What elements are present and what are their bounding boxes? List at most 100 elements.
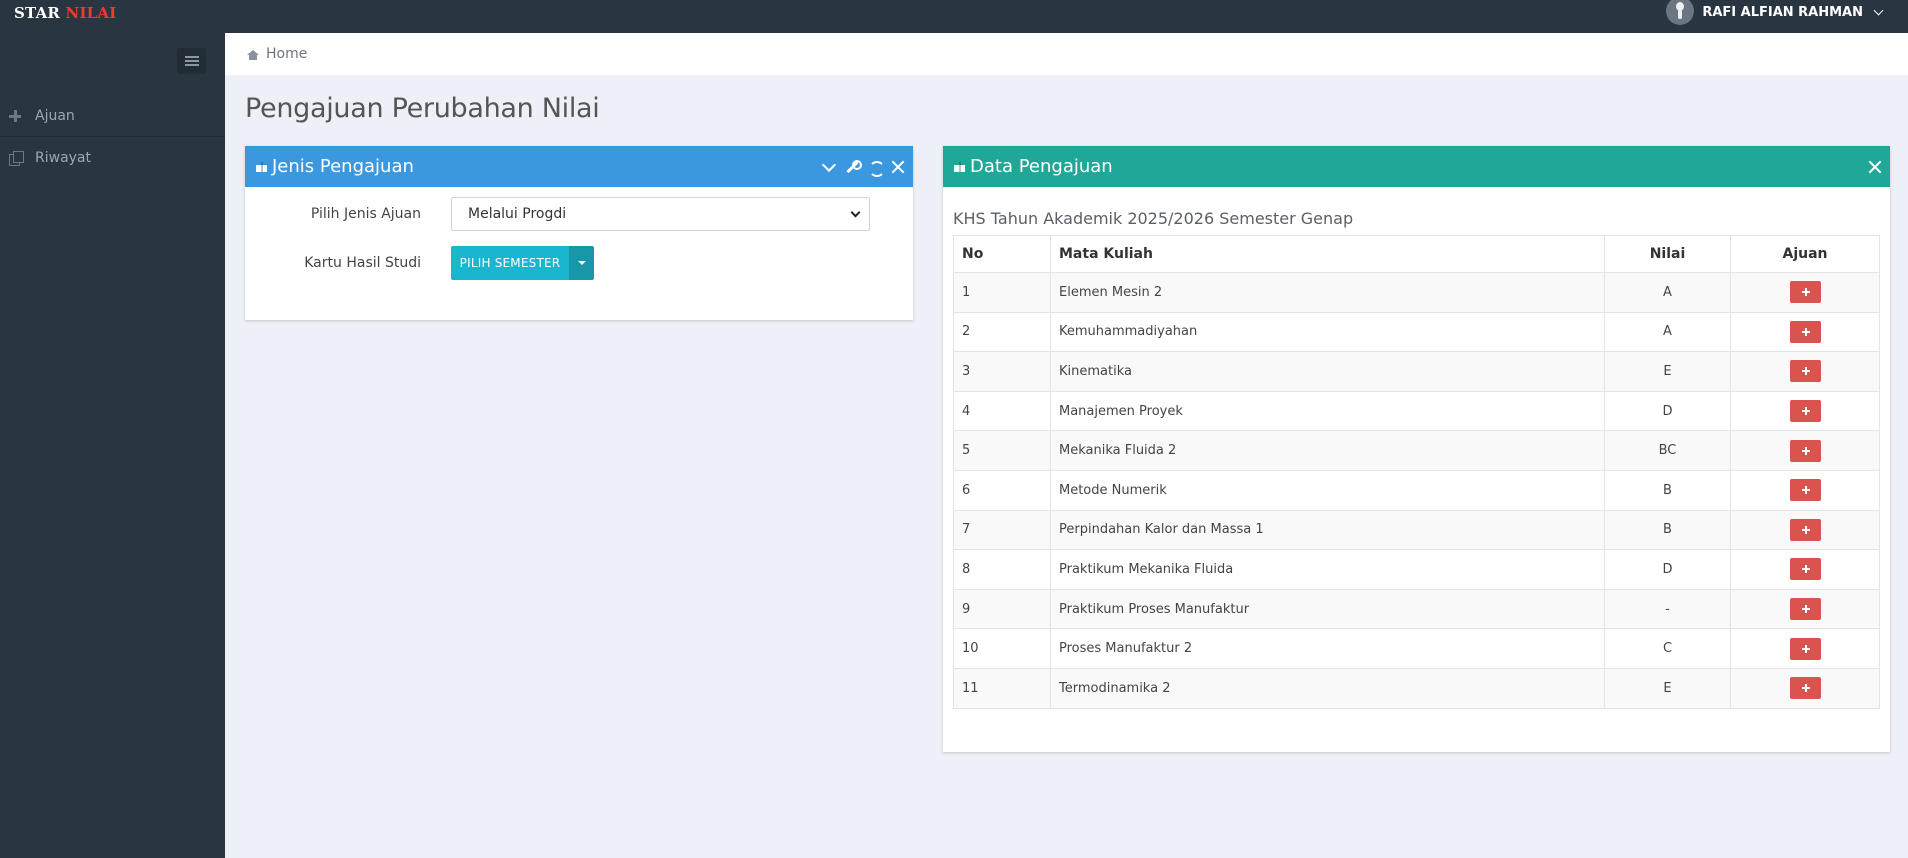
khs-subtitle: KHS Tahun Akademik 2025/2026 Semester Ge… xyxy=(953,209,1354,228)
row-nilai: A xyxy=(1604,272,1731,313)
data-pengajuan-panel: Data Pengajuan KHS Tahun Akademik 2025/2… xyxy=(943,146,1890,752)
column-header: Mata Kuliah xyxy=(1050,235,1605,273)
panel-title: Jenis Pengajuan xyxy=(272,156,414,177)
table-row: 10 Proses Manufaktur 2C xyxy=(953,628,1880,669)
row-no: 10 xyxy=(953,628,1051,669)
add-ajuan-button[interactable] xyxy=(1789,518,1821,541)
row-no: 1 xyxy=(953,272,1051,313)
form-row-khs: Kartu Hasil Studi PILIH SEMESTER xyxy=(245,246,594,280)
chevron-down-icon xyxy=(850,207,861,218)
column-header: Ajuan xyxy=(1730,235,1880,273)
breadcrumb: Home xyxy=(225,33,1908,75)
row-nilai: A xyxy=(1604,311,1731,353)
row-no: 11 xyxy=(953,667,1051,709)
row-no: 8 xyxy=(953,549,1051,590)
table-row: 4 Manajemen Proyek D xyxy=(953,390,1880,432)
row-nilai: C xyxy=(1604,628,1731,669)
panel-header: Jenis Pengajuan xyxy=(245,146,913,187)
select-value: Melalui Progdi xyxy=(468,206,567,222)
row-no: 3 xyxy=(953,351,1051,392)
khs-label: Kartu Hasil Studi xyxy=(304,255,421,271)
page-title: Pengajuan Perubahan Nilai xyxy=(245,93,600,124)
add-ajuan-button[interactable] xyxy=(1789,360,1821,383)
row-ajuan xyxy=(1730,311,1880,353)
add-ajuan-button[interactable] xyxy=(1789,479,1821,502)
pilih-semester-button[interactable]: PILIH SEMESTER xyxy=(451,246,569,280)
table-row: 9 Praktikum Proses Manufaktur - xyxy=(953,588,1880,630)
top-navbar: STAR NILAI RAFI ALFIAN RAHMAN xyxy=(0,0,1908,33)
khs-table: No Mata Kuliah Nilai Ajuan 1 Elemen Mesin… xyxy=(953,235,1880,709)
panel-title: Data Pengajuan xyxy=(970,156,1113,177)
refresh-icon[interactable] xyxy=(868,160,885,177)
form-row-jenis: Pilih Jenis Ajuan Melalui Progdi xyxy=(245,197,870,231)
brand-part2: NILAI xyxy=(65,4,117,22)
row-ajuan xyxy=(1730,588,1880,630)
sidebar-item-ajuan[interactable]: Ajuan xyxy=(0,95,225,137)
jenis-label: Pilih Jenis Ajuan xyxy=(310,206,421,222)
panel-header: Data Pengajuan xyxy=(943,146,1890,187)
add-ajuan-button[interactable] xyxy=(1789,281,1821,304)
jenis-pengajuan-panel: Jenis Pengajuan Pilih Jenis Ajuan Melalu… xyxy=(245,146,913,320)
row-nilai: D xyxy=(1604,390,1731,432)
add-ajuan-button[interactable] xyxy=(1789,677,1821,700)
row-nilai: B xyxy=(1604,469,1731,511)
copy-icon xyxy=(9,151,24,166)
row-ajuan xyxy=(1730,272,1880,313)
close-icon[interactable] xyxy=(891,160,905,174)
row-nilai: B xyxy=(1604,509,1731,551)
row-mata-kuliah: Praktikum Proses Manufaktur xyxy=(1050,588,1605,630)
add-ajuan-button[interactable] xyxy=(1789,439,1821,462)
row-mata-kuliah: Mekanika Fluida 2 xyxy=(1050,430,1605,471)
row-nilai: D xyxy=(1604,549,1731,590)
column-header: No xyxy=(953,235,1051,273)
row-ajuan xyxy=(1730,351,1880,392)
row-ajuan xyxy=(1730,430,1880,471)
row-mata-kuliah: Elemen Mesin 2 xyxy=(1050,272,1605,313)
wrench-icon[interactable] xyxy=(845,159,862,174)
row-no: 6 xyxy=(953,469,1051,511)
row-no: 9 xyxy=(953,588,1051,630)
table-row: 8 Praktikum Mekanika Fluida D xyxy=(953,549,1880,590)
row-nilai: E xyxy=(1604,351,1731,392)
plus-icon xyxy=(9,109,23,123)
row-mata-kuliah: Proses Manufaktur 2 xyxy=(1050,628,1605,669)
add-ajuan-button[interactable] xyxy=(1789,320,1821,343)
user-menu[interactable]: RAFI ALFIAN RAHMAN xyxy=(1666,0,1884,25)
sidebar: Ajuan Riwayat xyxy=(0,33,225,858)
add-ajuan-button[interactable] xyxy=(1789,637,1821,660)
add-ajuan-button[interactable] xyxy=(1789,400,1821,423)
row-mata-kuliah: Termodinamika 2 xyxy=(1050,667,1605,709)
jenis-ajuan-select[interactable]: Melalui Progdi xyxy=(451,197,870,231)
row-nilai: BC xyxy=(1604,430,1731,471)
brand-logo[interactable]: STAR NILAI xyxy=(14,4,116,22)
breadcrumb-home[interactable]: Home xyxy=(266,46,307,62)
table-row: 1 Elemen Mesin 2A xyxy=(953,272,1880,313)
table-row: 6 Metode Numerik B xyxy=(953,469,1880,511)
table-row: 7 Perpindahan Kalor dan Massa 1B xyxy=(953,509,1880,551)
table-row: 2 Kemuhammadiyahan A xyxy=(953,311,1880,353)
user-name: RAFI ALFIAN RAHMAN xyxy=(1702,4,1863,20)
row-mata-kuliah: Praktikum Mekanika Fluida xyxy=(1050,549,1605,590)
row-ajuan xyxy=(1730,628,1880,669)
brand-part1: STAR xyxy=(14,4,61,22)
row-no: 5 xyxy=(953,430,1051,471)
row-mata-kuliah: Metode Numerik xyxy=(1050,469,1605,511)
row-mata-kuliah: Perpindahan Kalor dan Massa 1 xyxy=(1050,509,1605,551)
add-ajuan-button[interactable] xyxy=(1789,598,1821,621)
column-header: Nilai xyxy=(1604,235,1731,273)
table-row: 11 Termodinamika 2E xyxy=(953,667,1880,709)
gift-icon xyxy=(256,162,267,172)
row-nilai: E xyxy=(1604,667,1731,709)
avatar xyxy=(1666,0,1695,25)
sidebar-item-label: Riwayat xyxy=(35,150,91,166)
row-mata-kuliah: Kinematika xyxy=(1050,351,1605,392)
close-icon[interactable] xyxy=(1868,160,1882,174)
semester-dropdown-toggle[interactable] xyxy=(569,246,594,280)
sidebar-toggle-button[interactable] xyxy=(177,48,206,74)
sidebar-item-riwayat[interactable]: Riwayat xyxy=(0,137,225,179)
chevron-down-icon xyxy=(1873,5,1884,15)
add-ajuan-button[interactable] xyxy=(1789,558,1821,581)
collapse-icon[interactable] xyxy=(822,160,836,174)
row-mata-kuliah: Kemuhammadiyahan xyxy=(1050,311,1605,353)
row-ajuan xyxy=(1730,390,1880,432)
